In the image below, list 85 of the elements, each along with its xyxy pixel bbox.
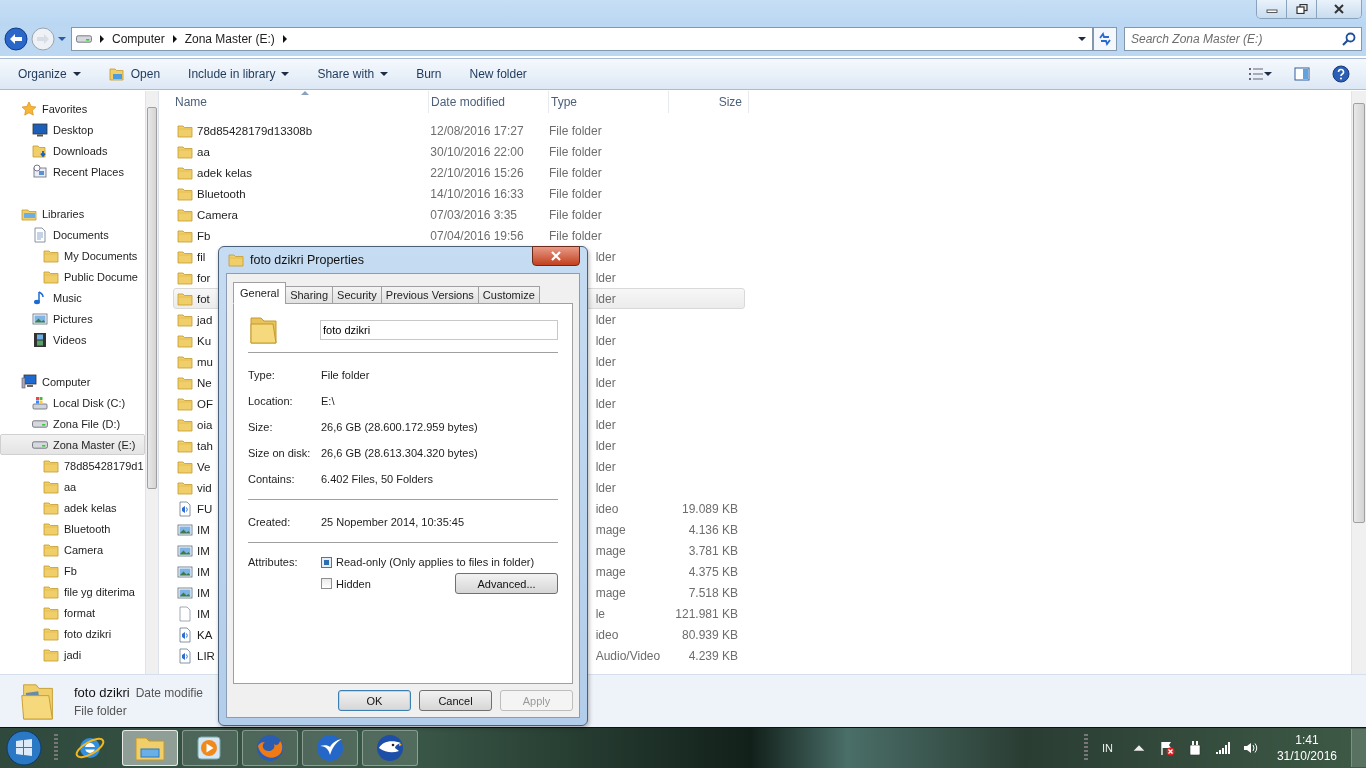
file-name: aa xyxy=(197,145,210,158)
file-name: adek kelas xyxy=(197,166,252,179)
clock-time: 1:41 xyxy=(1295,733,1319,747)
file-type: mage xyxy=(595,564,626,579)
property-label: Location: xyxy=(248,394,294,407)
date-modified: 14/10/2016 16:33 xyxy=(430,186,524,201)
file-type: le xyxy=(595,606,605,621)
file-name: IM xyxy=(197,544,210,557)
file-name: Ne xyxy=(197,376,212,389)
file-size: 4.136 KB xyxy=(688,522,738,537)
file-type: lder xyxy=(595,396,616,411)
file-type: lder xyxy=(595,333,616,348)
file-type: Audio/Video xyxy=(595,648,661,663)
property-value: File folder xyxy=(321,368,370,381)
file-name: OF xyxy=(197,397,213,410)
property-label: Created: xyxy=(248,515,292,528)
file-type: lder xyxy=(595,375,616,390)
file-name: IM xyxy=(197,586,210,599)
file-name: Fb xyxy=(197,229,211,242)
file-type: ideo xyxy=(595,627,619,642)
date-modified: 07/03/2016 3:35 xyxy=(430,207,518,222)
date-modified: 12/08/2016 17:27 xyxy=(430,123,524,138)
selected-item-name: foto dzikri xyxy=(74,684,130,700)
date-modified: 07/04/2016 19:56 xyxy=(430,228,524,243)
file-name: FU xyxy=(197,502,213,515)
file-type: mage xyxy=(595,522,626,537)
property-label: Contains: xyxy=(248,472,296,485)
property-value: 6.402 Files, 50 Folders xyxy=(321,472,433,485)
file-type: lder xyxy=(595,480,616,495)
file-name: 78d85428179d13308b xyxy=(197,124,313,137)
file-type: lder xyxy=(595,270,616,285)
file-size: 80.939 KB xyxy=(681,627,738,642)
file-name: Camera xyxy=(197,208,238,221)
file-type: lder xyxy=(595,459,616,474)
property-label: Attributes: xyxy=(248,556,299,568)
file-type: File folder xyxy=(549,144,602,159)
file-type: File folder xyxy=(549,228,602,243)
file-name: fil xyxy=(197,250,206,263)
property-value: 26,6 GB (28.613.304.320 bytes) xyxy=(321,446,478,459)
file-name: Ve xyxy=(197,460,211,473)
file-name: tah xyxy=(197,439,213,452)
file-type: lder xyxy=(595,354,616,369)
file-type: File folder xyxy=(549,165,602,180)
file-type: File folder xyxy=(549,123,602,138)
file-type: File folder xyxy=(549,186,602,201)
file-name: vid xyxy=(197,481,212,494)
file-type: lder xyxy=(595,417,616,432)
file-name: mu xyxy=(197,355,213,368)
date-modified: 30/10/2016 22:00 xyxy=(430,144,524,159)
file-type: lder xyxy=(595,291,616,306)
file-size: 3.781 KB xyxy=(688,543,738,558)
property-value: 25 Nopember 2014, 10:35:45 xyxy=(321,515,465,528)
file-name: Ku xyxy=(197,334,212,347)
file-size: 121.981 KB xyxy=(675,606,738,621)
property-label: Size on disk: xyxy=(248,446,312,459)
file-size: 7.518 KB xyxy=(688,585,738,600)
file-size: 4.375 KB xyxy=(688,564,738,579)
file-name: oia xyxy=(197,418,213,431)
file-type: File folder xyxy=(549,207,602,222)
property-label: Size: xyxy=(248,420,274,433)
file-name: IM xyxy=(197,523,210,536)
selected-item-type: File folder xyxy=(74,703,128,718)
file-type: ideo xyxy=(595,501,619,516)
file-size: 19.089 KB xyxy=(681,501,738,516)
file-name: jad xyxy=(197,313,213,326)
date-modified-label: Date modifie xyxy=(135,685,203,700)
file-name: IM xyxy=(197,607,210,620)
file-type: mage xyxy=(595,543,626,558)
file-type: lder xyxy=(595,249,616,264)
file-name: for xyxy=(197,271,211,284)
file-name: LIR xyxy=(197,649,215,662)
date-modified: 22/10/2016 15:26 xyxy=(430,165,524,180)
property-value: E:\ xyxy=(321,394,335,407)
file-type: mage xyxy=(595,585,626,600)
file-size: 4.239 KB xyxy=(688,648,738,663)
file-name: IM xyxy=(197,565,210,578)
file-name: KA xyxy=(197,628,213,641)
dialog-title: foto dzikri Properties xyxy=(250,253,364,267)
property-value: 26,6 GB (28.600.172.959 bytes) xyxy=(321,420,478,433)
file-type: lder xyxy=(595,438,616,453)
file-name: Bluetooth xyxy=(197,187,246,200)
clock-date: 31/10/2016 xyxy=(1276,749,1337,763)
file-type: lder xyxy=(595,312,616,327)
property-label: Type: xyxy=(248,368,276,381)
file-name: fot xyxy=(197,292,210,305)
